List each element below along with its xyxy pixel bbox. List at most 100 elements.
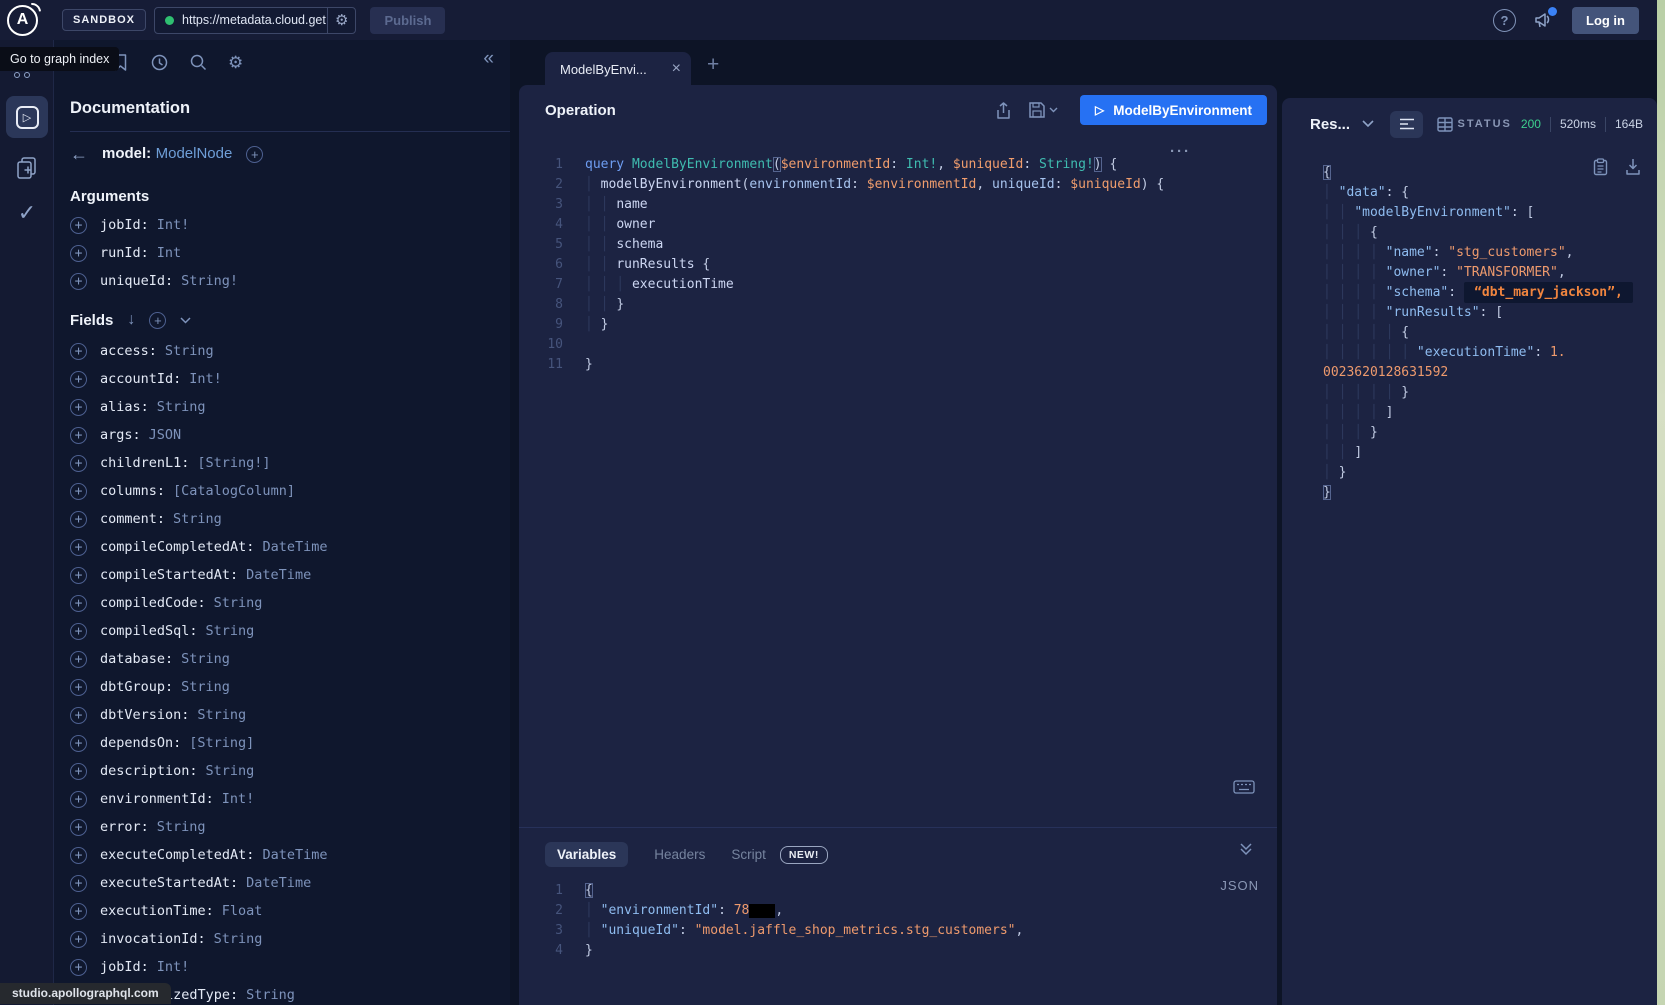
doc-field-row[interactable]: +invocationId:String <box>54 925 510 953</box>
question-icon: ? <box>1501 13 1509 28</box>
sidebar-item-explorer[interactable]: ▷ <box>6 96 48 138</box>
operation-tab[interactable]: ModelByEnvi... × <box>545 52 691 86</box>
collapse-panel-icon[interactable]: « <box>483 48 494 70</box>
share-button[interactable] <box>995 101 1012 120</box>
add-to-query-icon[interactable]: + <box>70 245 87 262</box>
add-to-query-icon[interactable]: + <box>70 483 87 500</box>
sidebar-item-checks[interactable]: ✓ <box>0 200 54 226</box>
endpoint-settings-button[interactable]: ⚙ <box>327 8 355 33</box>
doc-field-row[interactable]: +executionTime:Float <box>54 897 510 925</box>
announcements-button[interactable] <box>1534 11 1554 29</box>
add-to-query-icon[interactable]: + <box>70 455 87 472</box>
tab-headers[interactable]: Headers <box>654 847 705 862</box>
chevron-down-icon[interactable] <box>180 317 191 324</box>
save-button[interactable] <box>1028 101 1058 119</box>
doc-argument-row[interactable]: +runId:Int <box>54 239 510 267</box>
add-to-query-icon[interactable]: + <box>70 595 87 612</box>
add-to-query-icon[interactable]: + <box>70 679 87 696</box>
history-icon[interactable] <box>150 53 169 72</box>
doc-field-row[interactable]: +comment:String <box>54 505 510 533</box>
add-to-query-icon[interactable]: + <box>70 763 87 780</box>
doc-argument-row[interactable]: +uniqueId:String! <box>54 267 510 295</box>
keyboard-shortcuts-icon[interactable] <box>1233 780 1255 794</box>
sidebar-item-collections[interactable] <box>0 155 54 181</box>
line-number: 4 <box>519 215 563 235</box>
add-type-icon[interactable]: + <box>246 146 263 163</box>
sort-icon[interactable]: ↓ <box>127 311 135 329</box>
doc-arguments-list: +jobId:Int!+runId:Int+uniqueId:String! <box>54 211 510 295</box>
doc-field-row[interactable]: +compileCompletedAt:DateTime <box>54 533 510 561</box>
collapse-variables-icon[interactable] <box>1239 842 1253 856</box>
add-to-query-icon[interactable]: + <box>70 511 87 528</box>
endpoint-url-input[interactable]: https://metadata.cloud.get <box>182 13 327 27</box>
variables-editor[interactable]: 1{2│ "environmentId": 78,3│ "uniqueId": … <box>519 867 1277 961</box>
endpoint-url-box[interactable]: https://metadata.cloud.get ⚙ <box>154 7 356 34</box>
new-tab-button[interactable]: + <box>707 53 719 77</box>
copy-response-icon[interactable] <box>1593 158 1608 176</box>
run-operation-button[interactable]: ▷ ModelByEnvironment <box>1080 95 1267 125</box>
code-line: 1query ModelByEnvironment($environmentId… <box>519 155 1277 175</box>
tab-script[interactable]: Script <box>731 847 766 862</box>
doc-field-row[interactable]: +dbtVersion:String <box>54 701 510 729</box>
add-to-query-icon[interactable]: + <box>70 707 87 724</box>
doc-argument-row[interactable]: +jobId:Int! <box>54 211 510 239</box>
add-to-query-icon[interactable]: + <box>70 343 87 360</box>
operation-header: Operation ▷ ModelByEnvironment <box>519 85 1277 135</box>
doc-field-row[interactable]: +database:String <box>54 645 510 673</box>
add-to-query-icon[interactable]: + <box>70 273 87 290</box>
doc-field-row[interactable]: +access:String <box>54 337 510 365</box>
publish-button[interactable]: Publish <box>370 7 445 34</box>
add-to-query-icon[interactable]: + <box>70 959 87 976</box>
doc-field-row[interactable]: +alias:String <box>54 393 510 421</box>
doc-field-row[interactable]: +environmentId:Int! <box>54 785 510 813</box>
response-json[interactable]: {│ "data": {│ │ "modelByEnvironment": [│… <box>1323 163 1657 503</box>
table-view-toggle[interactable] <box>1437 117 1453 132</box>
close-tab-icon[interactable]: × <box>672 60 681 78</box>
apollo-logo-icon[interactable]: A <box>7 5 38 36</box>
list-view-toggle[interactable] <box>1390 111 1423 138</box>
line-number: 6 <box>519 255 563 275</box>
graph-index-icon[interactable] <box>14 72 30 78</box>
search-icon[interactable] <box>189 53 208 72</box>
response-chevron-icon[interactable] <box>1362 120 1374 128</box>
doc-field-row[interactable]: +executeStartedAt:DateTime <box>54 869 510 897</box>
add-to-query-icon[interactable]: + <box>70 651 87 668</box>
doc-field-row[interactable]: +childrenL1:[String!] <box>54 449 510 477</box>
add-to-query-icon[interactable]: + <box>70 903 87 920</box>
doc-field-row[interactable]: +dependsOn:[String] <box>54 729 510 757</box>
add-to-query-icon[interactable]: + <box>70 791 87 808</box>
back-arrow-icon[interactable]: ← <box>70 144 88 165</box>
sandbox-badge[interactable]: SANDBOX <box>62 9 146 31</box>
settings-gear-icon[interactable]: ⚙ <box>228 53 243 73</box>
add-to-query-icon[interactable]: + <box>70 427 87 444</box>
doc-field-row[interactable]: +accountId:Int! <box>54 365 510 393</box>
add-to-query-icon[interactable]: + <box>70 623 87 640</box>
add-to-query-icon[interactable]: + <box>70 847 87 864</box>
doc-field-row[interactable]: +compiledSql:String <box>54 617 510 645</box>
doc-field-row[interactable]: +columns:[CatalogColumn] <box>54 477 510 505</box>
save-chevron-icon[interactable] <box>1049 107 1058 113</box>
add-to-query-icon[interactable]: + <box>70 735 87 752</box>
doc-field-row[interactable]: +error:String <box>54 813 510 841</box>
add-to-query-icon[interactable]: + <box>70 539 87 556</box>
login-button[interactable]: Log in <box>1572 7 1639 34</box>
add-to-query-icon[interactable]: + <box>70 875 87 892</box>
doc-field-row[interactable]: +dbtGroup:String <box>54 673 510 701</box>
doc-field-row[interactable]: +executeCompletedAt:DateTime <box>54 841 510 869</box>
add-to-query-icon[interactable]: + <box>70 931 87 948</box>
help-button[interactable]: ? <box>1493 9 1516 32</box>
doc-field-row[interactable]: +compileStartedAt:DateTime <box>54 561 510 589</box>
doc-field-row[interactable]: +compiledCode:String <box>54 589 510 617</box>
add-to-query-icon[interactable]: + <box>70 399 87 416</box>
doc-field-row[interactable]: +jobId:Int! <box>54 953 510 981</box>
add-to-query-icon[interactable]: + <box>70 567 87 584</box>
add-all-fields-icon[interactable]: + <box>149 312 166 329</box>
download-response-icon[interactable] <box>1625 158 1641 175</box>
tab-variables[interactable]: Variables <box>545 842 628 867</box>
add-to-query-icon[interactable]: + <box>70 819 87 836</box>
add-to-query-icon[interactable]: + <box>70 371 87 388</box>
query-editor[interactable]: 1query ModelByEnvironment($environmentId… <box>519 135 1277 375</box>
add-to-query-icon[interactable]: + <box>70 217 87 234</box>
doc-field-row[interactable]: +description:String <box>54 757 510 785</box>
doc-field-row[interactable]: +args:JSON <box>54 421 510 449</box>
